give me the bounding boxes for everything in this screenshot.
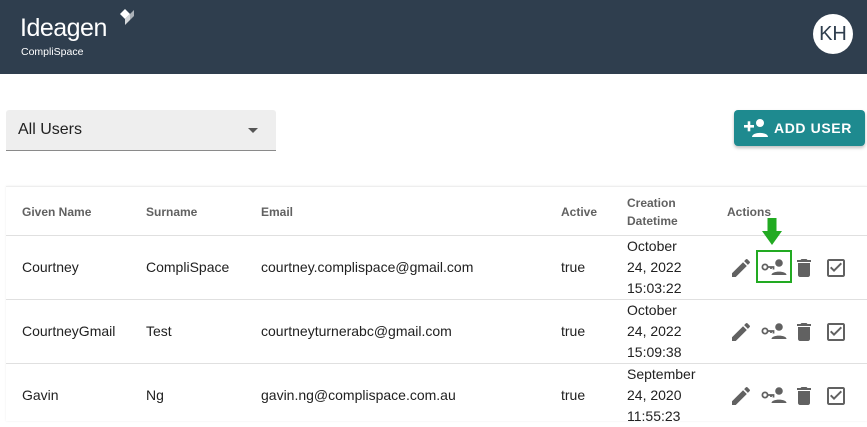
- cell-creation-datetime: September 24, 2020 11:55:23: [627, 364, 717, 427]
- delete-icon[interactable]: [792, 256, 816, 280]
- delete-icon[interactable]: [792, 320, 816, 344]
- cell-surname: CompliSpace: [146, 259, 230, 275]
- row-divider: [6, 363, 867, 364]
- user-key-icon[interactable]: [761, 319, 787, 343]
- col-header-given-name[interactable]: Given Name: [22, 203, 91, 221]
- user-key-icon[interactable]: [761, 383, 787, 407]
- checkbox-icon[interactable]: [824, 320, 848, 344]
- col-header-surname[interactable]: Surname: [146, 203, 197, 221]
- user-filter-select[interactable]: All Users: [6, 110, 276, 151]
- person-add-icon: [744, 119, 768, 137]
- date-line: 24, 2022: [627, 323, 682, 339]
- cell-active: true: [561, 259, 586, 275]
- date-line: 24, 2020: [627, 387, 682, 403]
- date-line: October: [627, 238, 677, 254]
- checkbox-icon[interactable]: [824, 256, 848, 280]
- delete-icon[interactable]: [792, 384, 816, 408]
- logo-mark-icon: [120, 9, 134, 25]
- edit-icon[interactable]: [729, 384, 753, 408]
- dropdown-caret-icon: [248, 128, 258, 133]
- cell-active: true: [561, 323, 586, 339]
- logo-wordmark: Ideagen: [20, 14, 107, 42]
- cell-given-name: CourtneyGmail: [22, 323, 116, 339]
- cell-creation-datetime: October 24, 2022 15:09:38: [627, 300, 717, 363]
- cell-active: true: [561, 387, 586, 403]
- cell-given-name: Gavin: [22, 387, 59, 403]
- edit-icon[interactable]: [729, 320, 753, 344]
- col-header-email[interactable]: Email: [261, 203, 293, 221]
- cell-surname: Test: [146, 323, 172, 339]
- date-line: October: [627, 302, 677, 318]
- date-line: 11:55:23: [627, 408, 681, 424]
- date-line: 15:03:22: [627, 280, 682, 296]
- user-avatar[interactable]: KH: [813, 14, 853, 54]
- cell-given-name: Courtney: [22, 259, 79, 275]
- ideagen-logo[interactable]: Ideagen CompliSpace: [20, 9, 150, 62]
- cell-email: gavin.ng@complispace.com.au: [261, 387, 456, 403]
- date-line: September: [627, 366, 696, 382]
- down-arrow-annotation-icon: [762, 218, 782, 245]
- col-header-creation-datetime[interactable]: Creation Datetime: [627, 194, 687, 230]
- cell-surname: Ng: [146, 387, 164, 403]
- add-user-button[interactable]: ADD USER: [734, 110, 865, 146]
- date-line: 15:09:38: [627, 344, 682, 360]
- add-user-label: ADD USER: [774, 120, 852, 136]
- row-divider: [6, 299, 867, 300]
- col-header-active[interactable]: Active: [561, 203, 597, 221]
- date-line: 24, 2022: [627, 259, 682, 275]
- checkbox-icon[interactable]: [824, 384, 848, 408]
- app-header: Ideagen CompliSpace KH: [0, 0, 867, 74]
- cell-creation-datetime: October 24, 2022 15:03:22: [627, 236, 717, 299]
- edit-icon[interactable]: [729, 256, 753, 280]
- row-divider: [6, 235, 867, 236]
- logo-subtitle: CompliSpace: [21, 46, 84, 58]
- cell-email: courtneyturnerabc@gmail.com: [261, 323, 452, 339]
- highlight-box: [756, 250, 792, 283]
- user-filter-value: All Users: [18, 121, 83, 138]
- cell-email: courtney.complispace@gmail.com: [261, 259, 474, 275]
